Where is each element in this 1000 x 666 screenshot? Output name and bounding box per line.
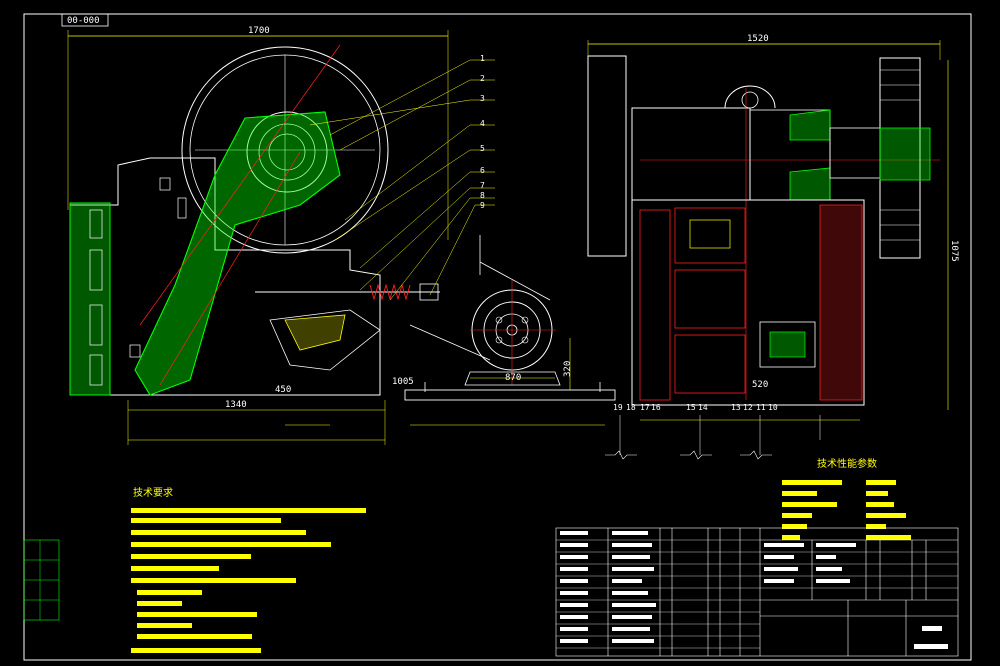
callout-1: 1 <box>480 54 485 63</box>
callout-14: 14 <box>698 403 708 412</box>
callout-2: 2 <box>480 74 485 83</box>
dim-side-520: 520 <box>752 380 768 390</box>
dim-span-1340: 1340 <box>225 400 247 410</box>
callout-15: 15 <box>686 403 696 412</box>
bearing-hatched <box>789 109 831 141</box>
front-callouts: 1 2 3 4 5 6 7 8 9 <box>480 54 485 210</box>
callout-4: 4 <box>480 119 485 128</box>
callout-3: 3 <box>480 94 485 103</box>
tech-requirements-heading: 技术要求 <box>133 486 173 499</box>
callout-9: 9 <box>480 201 485 210</box>
tech-requirements-lines <box>131 508 366 653</box>
dim-side-width: 1520 <box>747 34 769 44</box>
front-view: 1700 1340 450 1005 <box>67 26 495 445</box>
callout-11: 11 <box>756 403 766 412</box>
side-cheek-hatched <box>819 204 863 401</box>
callout-5: 5 <box>480 144 485 153</box>
callout-19: 19 <box>613 403 623 412</box>
dim-motor-870: 870 <box>505 373 521 383</box>
cad-drawing: 00-000 1700 1340 450 1005 1 2 3 4 5 6 7 … <box>23 13 972 661</box>
side-frame-upper <box>631 107 751 201</box>
callout-16: 16 <box>651 403 661 412</box>
dim-base-height: 1005 <box>392 377 414 387</box>
pulley-hatched-hub <box>879 127 931 181</box>
dim-side-height: 1075 <box>949 240 959 262</box>
side-view: 1520 1075 520 <box>587 34 959 455</box>
bom-cell-fill <box>560 531 948 649</box>
side-callouts: 19 18 17 16 15 14 13 12 11 10 <box>613 403 778 412</box>
callout-8: 8 <box>480 191 485 200</box>
title-tag: 00-000 <box>67 16 100 26</box>
callout-12: 12 <box>743 403 753 412</box>
callout-7: 7 <box>480 181 485 190</box>
callout-17: 17 <box>640 403 650 412</box>
dim-front-width: 1700 <box>248 26 270 36</box>
dim-motor-320: 320 <box>563 361 573 377</box>
callout-10: 10 <box>768 403 778 412</box>
dim-span-450: 450 <box>275 385 291 395</box>
swing-jaw-hatched <box>134 111 341 396</box>
callout-6: 6 <box>480 166 485 175</box>
motor-view: 870 320 <box>404 235 616 426</box>
callout-13: 13 <box>731 403 741 412</box>
tech-params-heading: 技术性能参数 <box>817 457 877 470</box>
left-flywheel-side <box>587 55 627 257</box>
callout-18: 18 <box>626 403 636 412</box>
motor-base-rail <box>404 389 616 401</box>
tech-params-lines <box>782 480 911 540</box>
